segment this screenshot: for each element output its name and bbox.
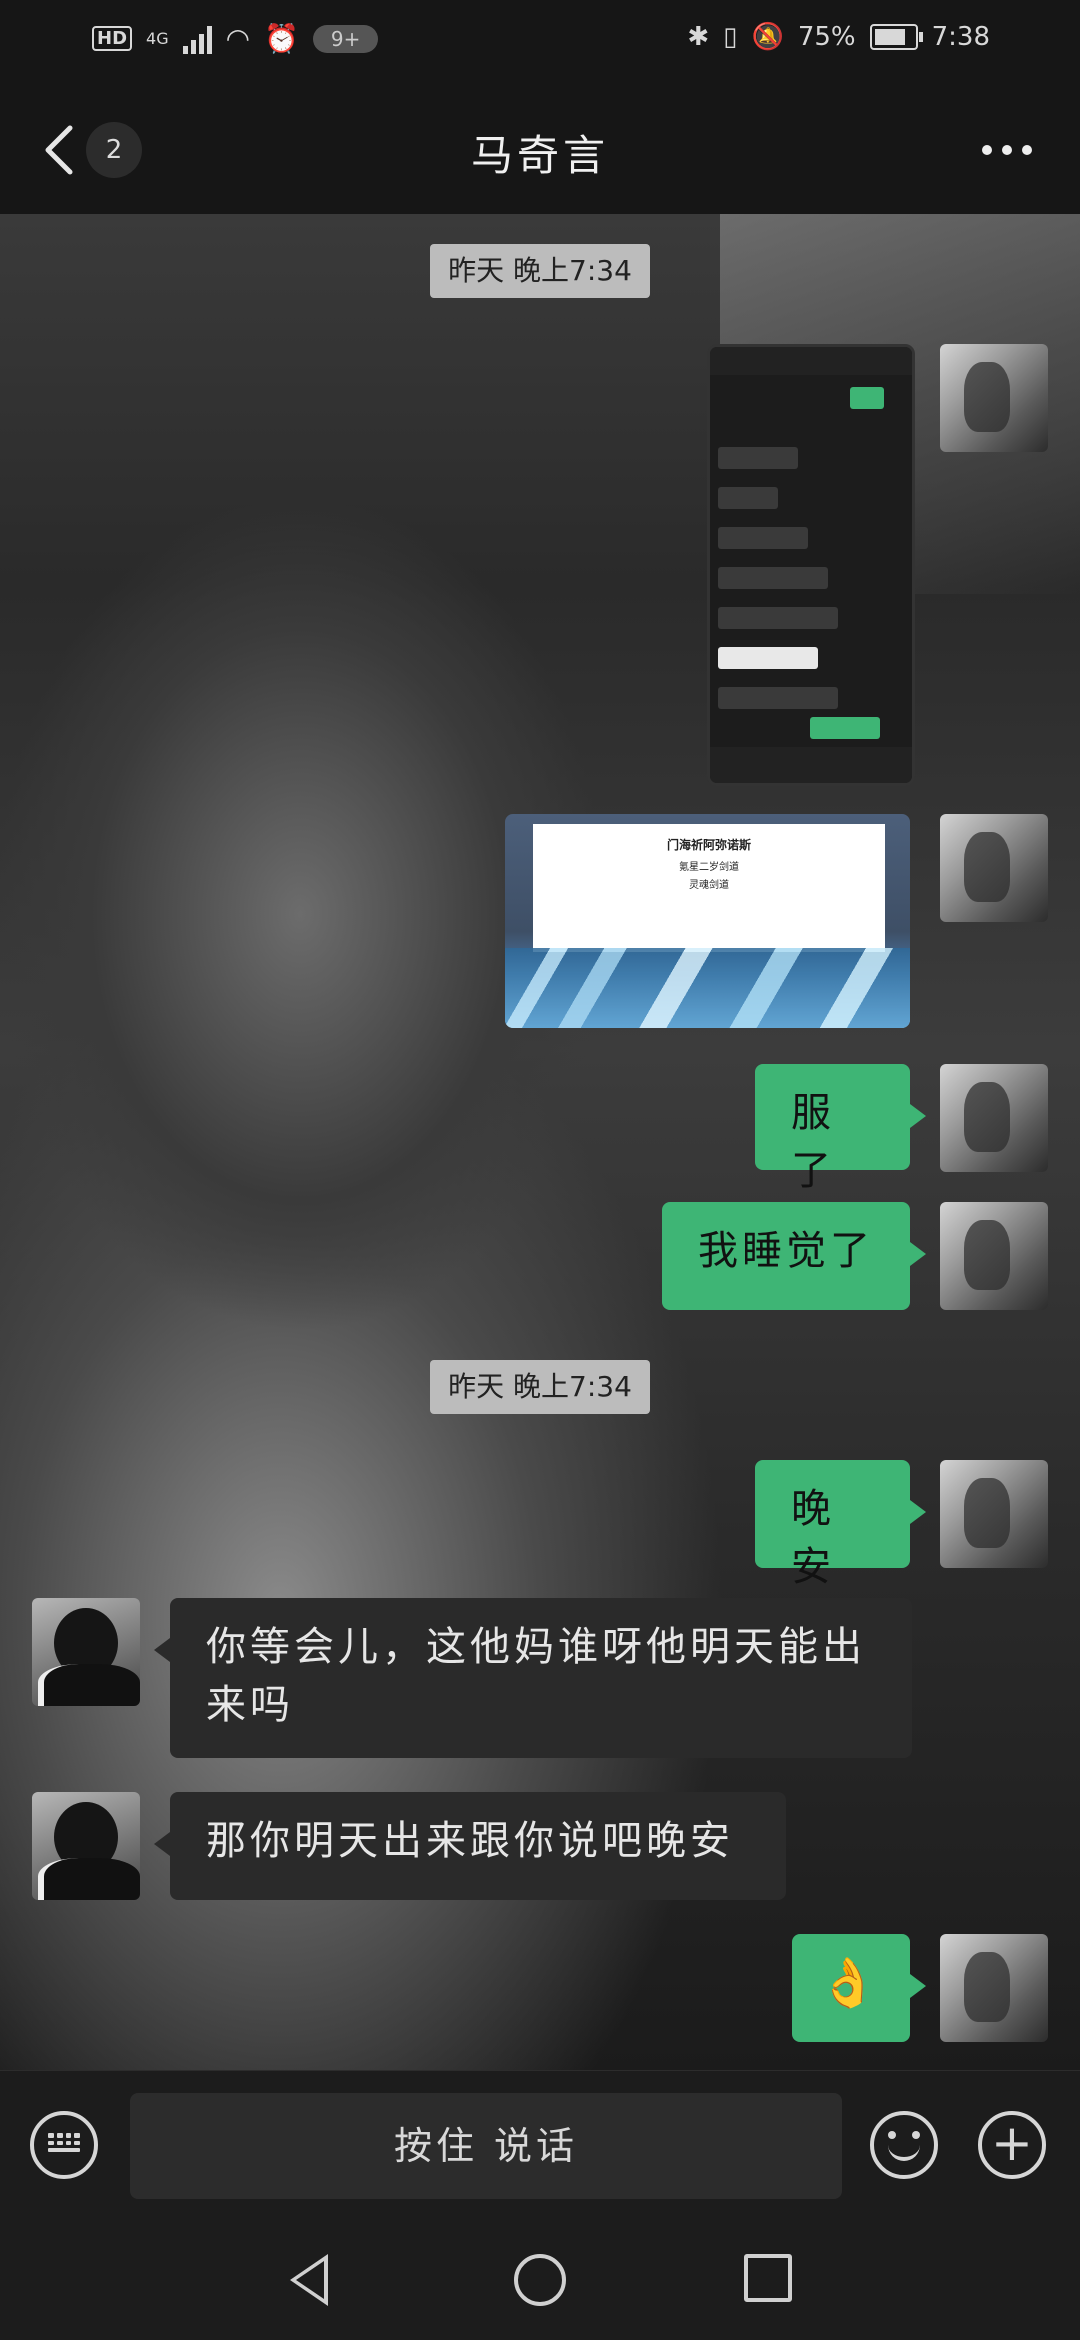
my-avatar[interactable] (940, 1460, 1048, 1568)
timestamp: 昨天 晚上7:34 (430, 244, 650, 298)
alarm-icon: ⏰ (264, 22, 299, 55)
document-line-1: 氪星二岁剑道 (679, 862, 739, 873)
sent-message[interactable]: 服了 (755, 1064, 926, 1194)
received-message[interactable]: 你等会儿，这他妈谁呀他明天能出来吗 (154, 1598, 912, 1758)
image-message-screenshot[interactable] (707, 344, 915, 786)
battery-icon (869, 24, 923, 50)
sent-message[interactable]: 晚安 (755, 1460, 926, 1590)
my-avatar[interactable] (940, 814, 1048, 922)
vibrate-icon: ▯ (723, 22, 738, 52)
document-paper: 门海祈阿弥诺斯 氪星二岁剑道 灵魂剑道 (533, 824, 885, 952)
chat-header: 2 马奇言 (0, 86, 1080, 214)
chat-area[interactable]: 昨天 晚上7:34 门海祈阿弥诺斯 氪星二岁剑道 灵魂剑道 服了 我睡觉了 昨天… (0, 214, 1080, 2070)
nav-back-icon[interactable] (290, 2254, 328, 2306)
system-nav-bar (0, 2220, 1080, 2340)
emoji-icon[interactable] (870, 2111, 938, 2179)
mute-bell-icon: 🔕 (751, 22, 784, 52)
network-type: 4G (146, 29, 169, 48)
my-avatar[interactable] (940, 1064, 1048, 1172)
bluetooth-icon: ✱ (687, 22, 710, 52)
status-bar: HD 4G ◠ ⏰ 9+ ✱ ▯ 🔕 75% 7:38 (0, 0, 1080, 86)
document-line-2: 灵魂剑道 (689, 880, 729, 891)
hold-to-talk-button[interactable]: 按住 说话 (130, 2093, 842, 2199)
my-avatar[interactable] (940, 344, 1048, 452)
nav-home-icon[interactable] (514, 2254, 566, 2306)
glacier-image (505, 948, 910, 1028)
status-left: HD 4G ◠ ⏰ 9+ (92, 22, 379, 55)
plus-icon[interactable]: + (978, 2111, 1046, 2179)
received-message[interactable]: 那你明天出来跟你说吧晚安 (154, 1792, 786, 1900)
nav-recents-icon[interactable] (744, 2254, 792, 2302)
wifi-icon: ◠ (225, 22, 251, 55)
more-options-icon[interactable] (982, 138, 1042, 162)
contact-avatar[interactable] (32, 1792, 140, 1900)
status-right: ✱ ▯ 🔕 75% 7:38 (687, 22, 990, 52)
chat-title: 马奇言 (470, 131, 609, 180)
image-message-document[interactable]: 门海祈阿弥诺斯 氪星二岁剑道 灵魂剑道 (505, 814, 910, 1028)
timestamp: 昨天 晚上7:34 (430, 1360, 650, 1414)
clock: 7:38 (931, 22, 990, 52)
my-avatar[interactable] (940, 1202, 1048, 1310)
battery-percent: 75% (797, 22, 856, 52)
sent-emoji-message[interactable]: 👌 (792, 1934, 926, 2042)
my-avatar[interactable] (940, 1934, 1048, 2042)
sent-message[interactable]: 我睡觉了 (662, 1202, 926, 1310)
notification-count: 9+ (312, 24, 379, 53)
keyboard-toggle-icon[interactable] (30, 2111, 98, 2179)
document-title: 门海祈阿弥诺斯 (666, 838, 751, 852)
signal-icon (182, 24, 212, 54)
contact-avatar[interactable] (32, 1598, 140, 1706)
hd-indicator: HD (92, 26, 133, 51)
input-bar: 按住 说话 + (0, 2070, 1080, 2221)
